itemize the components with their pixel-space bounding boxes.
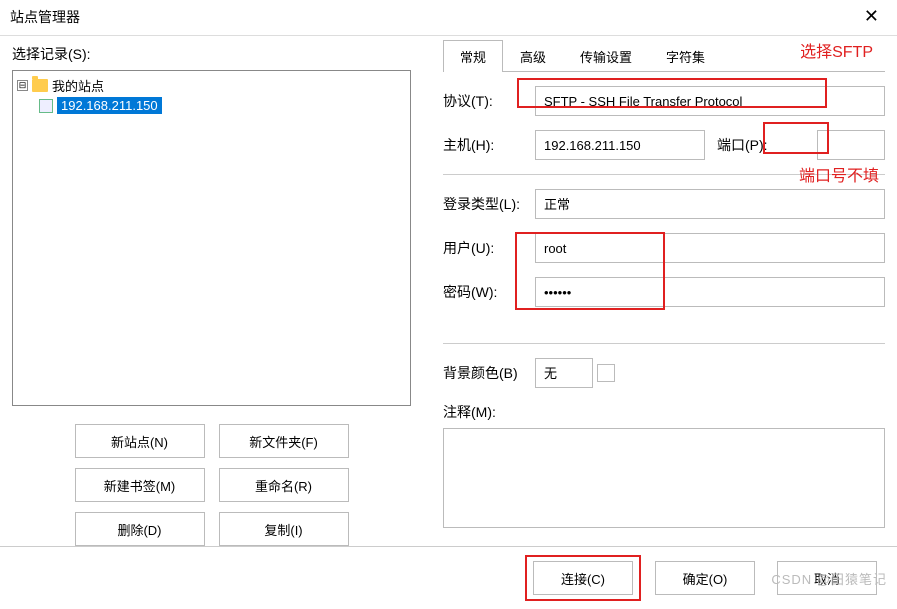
bgcolor-select[interactable]: 无 — [535, 358, 593, 388]
note-textarea[interactable] — [443, 428, 885, 528]
window-title: 站点管理器 — [10, 7, 80, 27]
protocol-row: 协议(T): SFTP - SSH File Transfer Protocol — [443, 86, 885, 116]
rename-button[interactable]: 重命名(R) — [219, 468, 349, 502]
user-row: 用户(U): — [443, 233, 885, 263]
titlebar: 站点管理器 ✕ — [0, 0, 897, 36]
logon-row: 登录类型(L): 正常 — [443, 189, 885, 219]
bgcolor-row: 背景颜色(B) 无 — [443, 358, 885, 388]
copy-button[interactable]: 复制(I) — [219, 512, 349, 546]
bgcolor-swatch — [597, 364, 615, 382]
separator-1 — [443, 174, 885, 175]
tab-strip: 常规 高级 传输设置 字符集 — [443, 40, 885, 72]
host-label: 主机(H): — [443, 135, 535, 155]
note-label: 注释(M): — [443, 402, 535, 422]
content-area: 选择记录(S): ⊟ 我的站点 192.168.211.150 新站点(N) 新… — [0, 36, 897, 546]
tab-advanced[interactable]: 高级 — [503, 40, 563, 72]
logon-type-label: 登录类型(L): — [443, 194, 535, 214]
connect-button[interactable]: 连接(C) — [533, 561, 633, 595]
tree-root-label: 我的站点 — [52, 76, 104, 95]
host-input[interactable] — [535, 130, 705, 160]
delete-button[interactable]: 删除(D) — [75, 512, 205, 546]
new-folder-button[interactable]: 新文件夹(F) — [219, 424, 349, 458]
bgcolor-label: 背景颜色(B) — [443, 363, 535, 383]
password-row: 密码(W): — [443, 277, 885, 307]
logon-type-select[interactable]: 正常 — [535, 189, 885, 219]
protocol-select[interactable]: SFTP - SSH File Transfer Protocol — [535, 86, 885, 116]
tab-general[interactable]: 常规 — [443, 40, 503, 72]
new-site-button[interactable]: 新站点(N) — [75, 424, 205, 458]
left-button-grid: 新站点(N) 新文件夹(F) 新建书签(M) 重命名(R) 删除(D) 复制(I… — [75, 424, 349, 546]
host-row: 主机(H): 端口(P): — [443, 130, 885, 160]
tree-expander-icon[interactable]: ⊟ — [17, 80, 28, 91]
port-label: 端口(P): — [717, 135, 809, 155]
new-bookmark-button[interactable]: 新建书签(M) — [75, 468, 205, 502]
tab-charset[interactable]: 字符集 — [649, 40, 722, 72]
password-label: 密码(W): — [443, 282, 535, 302]
separator-2 — [443, 343, 885, 344]
left-pane: 选择记录(S): ⊟ 我的站点 192.168.211.150 新站点(N) 新… — [0, 40, 423, 546]
close-icon[interactable]: ✕ — [856, 4, 887, 29]
protocol-label: 协议(T): — [443, 91, 535, 111]
ok-button[interactable]: 确定(O) — [655, 561, 755, 595]
site-tree[interactable]: ⊟ 我的站点 192.168.211.150 — [12, 70, 411, 406]
tab-transfer[interactable]: 传输设置 — [563, 40, 649, 72]
right-pane: 常规 高级 传输设置 字符集 协议(T): SFTP - SSH File Tr… — [423, 40, 897, 546]
tree-root-row[interactable]: ⊟ 我的站点 — [17, 75, 406, 96]
tree-site-row[interactable]: 192.168.211.150 — [17, 96, 406, 115]
note-row: 注释(M): — [443, 402, 885, 528]
server-icon — [39, 99, 53, 113]
cancel-button[interactable]: 取消 — [777, 561, 877, 595]
select-record-label: 选择记录(S): — [12, 44, 411, 64]
user-label: 用户(U): — [443, 238, 535, 258]
tree-site-label: 192.168.211.150 — [57, 97, 162, 114]
port-input[interactable] — [817, 130, 885, 160]
user-input[interactable] — [535, 233, 885, 263]
password-input[interactable] — [535, 277, 885, 307]
folder-icon — [32, 79, 48, 92]
